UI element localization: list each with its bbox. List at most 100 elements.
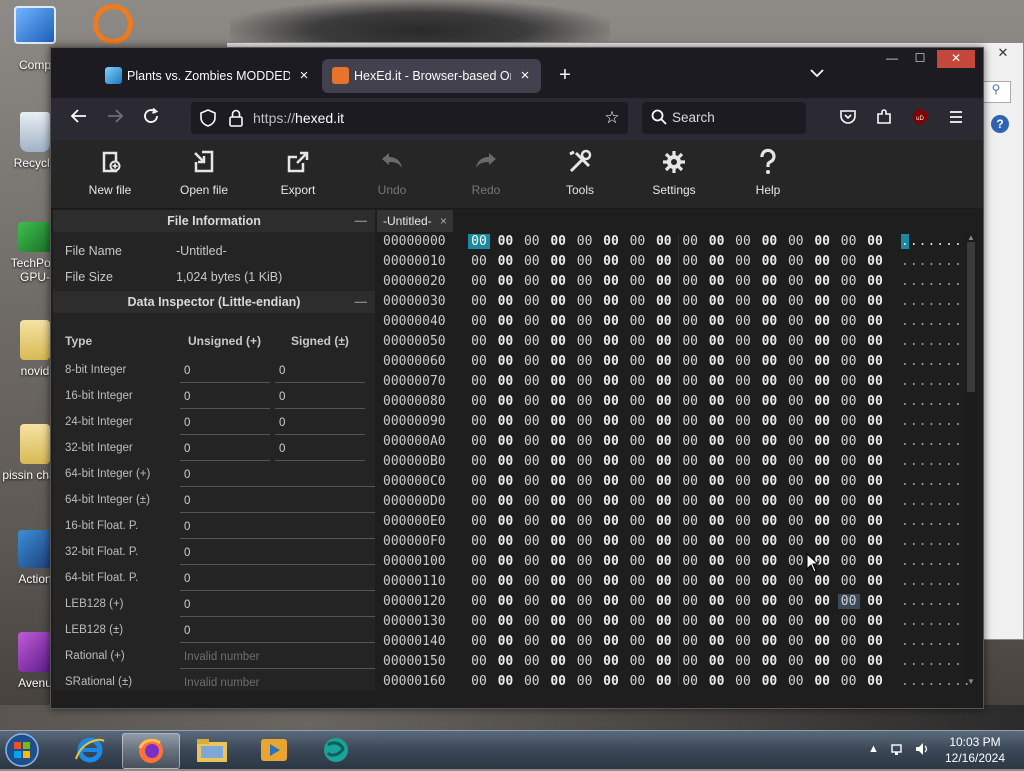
hex-byte[interactable]: 00	[653, 494, 675, 509]
hex-byte[interactable]: 00	[468, 454, 490, 469]
hex-byte[interactable]: 00	[732, 614, 754, 629]
close-icon[interactable]: ×	[440, 210, 447, 232]
hex-byte[interactable]: 00	[494, 654, 516, 669]
inspector-unsigned-field[interactable]: 0	[180, 440, 270, 461]
ascii-column[interactable]: ........	[901, 474, 972, 489]
hex-byte[interactable]: 00	[811, 354, 833, 369]
hex-byte[interactable]: 00	[494, 234, 516, 249]
hex-byte[interactable]: 00	[468, 274, 490, 289]
hex-byte[interactable]: 00	[521, 354, 543, 369]
hex-byte[interactable]: 00	[574, 294, 596, 309]
hex-byte[interactable]: 00	[494, 514, 516, 529]
hex-byte[interactable]: 00	[785, 474, 807, 489]
hex-byte[interactable]: 00	[574, 634, 596, 649]
hex-byte[interactable]: 00	[626, 314, 648, 329]
show-hidden-icons-icon[interactable]: ▲	[868, 743, 879, 755]
hex-byte[interactable]: 00	[468, 674, 490, 688]
hex-byte[interactable]: 00	[811, 374, 833, 389]
hex-byte[interactable]: 00	[547, 514, 569, 529]
hex-byte[interactable]: 00	[653, 674, 675, 688]
hex-byte[interactable]: 00	[547, 554, 569, 569]
hex-byte[interactable]: 00	[679, 514, 701, 529]
file-information-header[interactable]: File Information —	[53, 210, 375, 232]
hex-byte[interactable]: 00	[838, 474, 860, 489]
ascii-column[interactable]: ........	[901, 454, 972, 469]
hex-byte[interactable]: 00	[653, 614, 675, 629]
volume-icon[interactable]	[914, 741, 930, 757]
hex-byte[interactable]: 00	[679, 374, 701, 389]
hex-byte[interactable]: 00	[785, 254, 807, 269]
hex-byte[interactable]: 00	[785, 454, 807, 469]
collapse-icon[interactable]: —	[355, 210, 368, 232]
hex-byte[interactable]: 00	[732, 654, 754, 669]
hex-byte[interactable]: 00	[653, 254, 675, 269]
hex-byte[interactable]: 00	[785, 494, 807, 509]
hex-byte[interactable]: 00	[732, 634, 754, 649]
hex-byte[interactable]: 00	[706, 354, 728, 369]
hex-byte[interactable]: 00	[626, 374, 648, 389]
hex-byte[interactable]: 00	[547, 594, 569, 609]
inspector-unsigned-field[interactable]: 0	[180, 466, 375, 487]
hex-byte[interactable]: 00	[758, 554, 780, 569]
hex-byte[interactable]: 00	[811, 574, 833, 589]
hex-byte[interactable]: 00	[574, 274, 596, 289]
hex-byte[interactable]: 00	[653, 534, 675, 549]
hex-byte[interactable]: 00	[758, 234, 780, 249]
hex-byte[interactable]: 00	[758, 654, 780, 669]
hex-byte[interactable]: 00	[811, 494, 833, 509]
hex-byte[interactable]: 00	[864, 354, 886, 369]
hex-byte[interactable]: 00	[653, 454, 675, 469]
hex-byte[interactable]: 00	[838, 574, 860, 589]
hex-byte[interactable]: 00	[494, 354, 516, 369]
hex-byte[interactable]: 00	[626, 274, 648, 289]
hex-byte[interactable]: 00	[494, 334, 516, 349]
hex-byte[interactable]: 00	[653, 394, 675, 409]
hex-byte[interactable]: 00	[785, 374, 807, 389]
hex-byte[interactable]: 00	[811, 314, 833, 329]
hex-byte[interactable]: 00	[838, 654, 860, 669]
hex-byte[interactable]: 00	[758, 494, 780, 509]
hex-byte[interactable]: 00	[468, 594, 490, 609]
hex-byte[interactable]: 00	[811, 274, 833, 289]
file-tab[interactable]: -Untitled- ×	[377, 210, 453, 232]
hex-byte[interactable]: 00	[811, 614, 833, 629]
hex-byte[interactable]: 00	[864, 334, 886, 349]
ascii-column[interactable]: ........	[901, 594, 972, 609]
hex-byte[interactable]: 00	[600, 554, 622, 569]
hamburger-menu-icon[interactable]	[945, 108, 967, 130]
hex-byte[interactable]: 00	[838, 254, 860, 269]
hex-byte[interactable]: 00	[600, 314, 622, 329]
close-tab-icon[interactable]: ×	[296, 59, 312, 93]
hex-byte[interactable]: 00	[574, 674, 596, 688]
hex-byte[interactable]: 00	[811, 294, 833, 309]
hex-byte[interactable]: 00	[785, 434, 807, 449]
hex-byte[interactable]: 00	[732, 434, 754, 449]
hex-byte[interactable]: 00	[468, 534, 490, 549]
hex-byte[interactable]: 00	[679, 414, 701, 429]
forward-button[interactable]	[101, 106, 129, 134]
hex-byte[interactable]: 00	[864, 634, 886, 649]
hex-byte[interactable]: 00	[864, 374, 886, 389]
hex-byte[interactable]: 00	[521, 274, 543, 289]
hex-byte[interactable]: 00	[706, 414, 728, 429]
hex-byte[interactable]: 00	[547, 534, 569, 549]
hex-byte[interactable]: 00	[732, 454, 754, 469]
hex-byte[interactable]: 00	[785, 334, 807, 349]
hex-byte[interactable]: 00	[785, 274, 807, 289]
hex-byte[interactable]: 00	[626, 334, 648, 349]
hex-byte[interactable]: 00	[758, 474, 780, 489]
pocket-icon[interactable]	[837, 108, 859, 130]
hex-byte[interactable]: 00	[785, 554, 807, 569]
hex-byte[interactable]: 00	[494, 674, 516, 688]
hex-byte[interactable]: 00	[785, 674, 807, 688]
hex-byte[interactable]: 00	[838, 454, 860, 469]
hex-byte[interactable]: 00	[785, 574, 807, 589]
hex-byte[interactable]: 00	[600, 494, 622, 509]
data-inspector-header[interactable]: Data Inspector (Little-endian) —	[53, 291, 375, 313]
hex-byte[interactable]: 00	[600, 474, 622, 489]
ascii-column[interactable]: ........	[901, 434, 972, 449]
hex-byte[interactable]: 00	[811, 254, 833, 269]
inspector-unsigned-field[interactable]: 0	[180, 596, 375, 617]
hex-byte[interactable]: 00	[864, 514, 886, 529]
hex-byte[interactable]: 00	[732, 334, 754, 349]
